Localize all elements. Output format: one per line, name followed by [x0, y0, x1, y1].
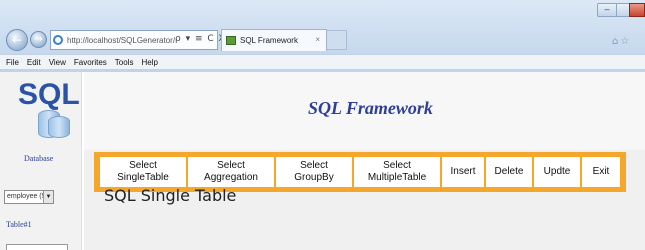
database-cylinder-icon	[48, 116, 70, 138]
tab-title: SQL Framework	[240, 36, 298, 45]
back-button[interactable]: ←	[6, 29, 28, 51]
database-label: Database	[24, 154, 54, 163]
menu-label-line2: SingleTable	[117, 172, 169, 183]
select-aggregation-button[interactable]: Select Aggregation	[188, 157, 274, 187]
menu-label-line1: Select	[383, 160, 411, 171]
browser-tab[interactable]: SQL Framework ×	[221, 29, 327, 51]
menu-label: Insert	[450, 166, 476, 177]
maximize-button[interactable]	[616, 3, 630, 17]
table-input[interactable]	[6, 244, 68, 250]
menu-label-line1: Select	[129, 160, 157, 171]
menu-label: Select Aggregation	[204, 160, 258, 184]
menu-label: Select MultipleTable	[368, 160, 426, 184]
minimize-button[interactable]: –	[597, 3, 617, 17]
menu-help[interactable]: Help	[141, 58, 157, 67]
select-multiple-table-button[interactable]: Select MultipleTable	[354, 157, 440, 187]
select-single-table-button[interactable]: Select SingleTable	[100, 157, 186, 187]
menu-label: Delete	[494, 166, 524, 177]
database-select[interactable]: employee (5) ▼	[4, 190, 54, 204]
database-logo-icon	[38, 110, 70, 140]
back-arrow-icon: ←	[11, 33, 23, 47]
menu-label: Exit	[592, 166, 610, 177]
exit-button[interactable]: Exit	[582, 157, 620, 187]
web-page: SQL Database employee (5) ▼ Table#1 SQL …	[0, 72, 645, 250]
address-tools-icons[interactable]: ρ ▾ ≡ C X	[175, 34, 226, 44]
browser-chrome: ← → http://localhost/SQLGenerator/ ρ ▾ ≡…	[0, 0, 645, 72]
table-label: Table#1	[6, 220, 32, 229]
header-banner: SQL Framework	[84, 72, 645, 150]
close-window-button[interactable]	[629, 3, 645, 17]
menu-label: Select GroupBy	[294, 160, 333, 184]
address-text: http://localhost/SQLGenerator/	[67, 36, 176, 45]
menu-label-line2: MultipleTable	[367, 172, 427, 183]
delete-button[interactable]: Delete	[486, 157, 532, 187]
menu-tools[interactable]: Tools	[115, 58, 134, 67]
menu-file[interactable]: File	[6, 58, 19, 67]
update-button[interactable]: Updte	[534, 157, 580, 187]
main-area: SQL Framework Select SingleTable Select Ag…	[84, 72, 645, 250]
minimize-icon: –	[604, 4, 610, 14]
menu-label: Updte	[543, 166, 571, 177]
section-title: SQL Single Table	[104, 186, 237, 205]
menu-edit[interactable]: Edit	[27, 58, 41, 67]
new-tab-button[interactable]	[327, 30, 347, 50]
browser-menubar: File Edit View Favorites Tools Help	[0, 54, 645, 70]
menu-label-line1: Select	[300, 160, 328, 171]
menu-label-line1: Select	[217, 160, 245, 171]
dropdown-arrow-icon[interactable]: ▼	[43, 191, 53, 203]
home-favorites-icons[interactable]: ⌂☆	[612, 36, 631, 47]
insert-button[interactable]: Insert	[442, 157, 484, 187]
database-select-value: employee (5)	[7, 193, 48, 200]
menu-view[interactable]: View	[49, 58, 66, 67]
tab-close-icon[interactable]: ×	[315, 35, 320, 44]
menu-label-line2: GroupBy	[294, 172, 334, 183]
select-group-by-button[interactable]: Select GroupBy	[276, 157, 352, 187]
menu-label: Select SingleTable	[117, 160, 169, 184]
tab-favicon-icon	[226, 36, 236, 45]
forward-button[interactable]: →	[30, 31, 47, 48]
page-title: SQL Framework	[308, 98, 433, 118]
ie-page-icon	[53, 35, 63, 45]
menu-favorites[interactable]: Favorites	[74, 58, 107, 67]
sidebar: SQL Database employee (5) ▼ Table#1	[0, 72, 82, 250]
sql-logo-text: SQL	[18, 78, 80, 111]
forward-arrow-icon: →	[34, 34, 43, 45]
menu-label-line2: Aggregation	[204, 172, 258, 183]
